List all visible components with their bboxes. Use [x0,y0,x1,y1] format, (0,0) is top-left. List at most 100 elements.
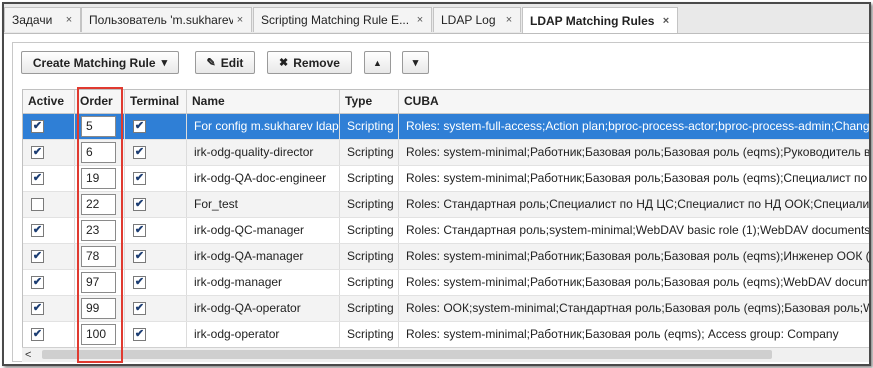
type-cell: Scripting [340,140,399,165]
order-cell: 19 [75,166,125,191]
tab-1[interactable]: Задачи × [4,7,81,32]
pencil-icon: ✎ [206,57,216,69]
type-cell: Scripting [340,218,399,243]
active-checkbox[interactable]: ✔ [31,120,44,133]
tab-label: LDAP Log [441,13,496,27]
chevron-down-icon: ▾ [161,57,168,69]
active-checkbox[interactable] [31,198,44,211]
create-matching-rule-button[interactable]: Create Matching Rule ▾ [21,51,179,74]
ldap-matching-rules-panel: Create Matching Rule ▾ ✎ Edit ✖ Remove ▲… [12,42,871,363]
column-header-order[interactable]: Order [75,90,125,113]
move-up-button[interactable]: ▲ [364,51,391,74]
name-cell: irk-odg-QA-manager [187,244,340,269]
order-field[interactable]: 23 [81,220,116,241]
order-cell: 22 [75,192,125,217]
order-cell: 5 [75,114,125,139]
type-cell: Scripting [340,114,399,139]
scrollbar-thumb[interactable] [42,350,772,359]
table-row[interactable]: ✔ 99 ✔ irk-odg-QA-operator Scripting Roles: О… [23,296,871,322]
order-field[interactable]: 22 [81,194,116,215]
terminal-checkbox[interactable]: ✔ [133,224,146,237]
tab-label: Scripting Matching Rule E... [261,13,410,27]
order-field[interactable]: 78 [81,246,116,267]
type-cell: Scripting [340,192,399,217]
arrow-down-icon: ▾ [412,57,419,69]
column-header-cuba[interactable]: CUBA [399,90,869,113]
remove-button[interactable]: ✖ Remove [267,51,352,74]
column-header-active[interactable]: Active [23,90,75,113]
app-window: Задачи × Пользователь 'm.sukharev' × Scripti… [2,2,871,366]
tab-4[interactable]: LDAP Log × [433,7,521,32]
cuba-cell: Roles: Стандартная роль;system-minimal;W… [406,223,871,237]
table-row[interactable]: ✔ 5 ✔ For config m.sukharev ldap Scripting Ro… [23,114,869,140]
tab-5[interactable]: LDAP Matching Rules × [522,7,678,33]
terminal-checkbox[interactable]: ✔ [133,276,146,289]
active-checkbox[interactable]: ✔ [31,276,44,289]
move-down-button[interactable]: ▾ [402,51,429,74]
cuba-cell: Roles: system-minimal;Работник;Базовая р… [406,145,871,159]
column-header-terminal[interactable]: Terminal [125,90,187,113]
terminal-checkbox[interactable]: ✔ [133,146,146,159]
tab-3[interactable]: Scripting Matching Rule E... × [253,7,432,32]
order-field[interactable]: 97 [81,272,116,293]
active-cell: ✔ [23,218,75,243]
terminal-checkbox[interactable]: ✔ [133,302,146,315]
active-checkbox[interactable]: ✔ [31,172,44,185]
order-field[interactable]: 99 [81,298,116,319]
type-cell: Scripting [340,166,399,191]
active-checkbox[interactable]: ✔ [31,224,44,237]
edit-button[interactable]: ✎ Edit [195,51,255,74]
order-cell: 6 [75,140,125,165]
table-row[interactable]: ✔ 19 ✔ irk-odg-QA-doc-engineer Scripting Role… [23,166,869,192]
terminal-cell: ✔ [125,114,187,139]
active-cell: ✔ [23,244,75,269]
scroll-left-icon[interactable]: < [25,348,31,362]
column-header-name[interactable]: Name [187,90,340,113]
active-checkbox[interactable]: ✔ [31,146,44,159]
horizontal-scrollbar[interactable]: < [22,347,869,362]
order-field[interactable]: 6 [81,142,116,163]
tab-close-icon[interactable]: × [62,14,76,26]
order-cell: 23 [75,218,125,243]
table-row[interactable]: ✔ 78 ✔ irk-odg-QA-manager Scripting Roles: sy… [23,244,871,270]
name-cell: irk-odg-QA-operator [187,296,340,321]
name-cell: For_test [187,192,340,217]
tab-close-icon[interactable]: × [659,15,673,27]
terminal-checkbox[interactable]: ✔ [133,172,146,185]
order-field[interactable]: 100 [81,324,116,345]
terminal-cell: ✔ [125,296,187,321]
cuba-cell: Roles: Стандартная роль;Специалист по НД… [406,197,871,211]
table-row[interactable]: 22 ✔ For_test Scripting Roles: Стандартная р… [23,192,871,218]
active-checkbox[interactable]: ✔ [31,302,44,315]
order-field[interactable]: 19 [81,168,116,189]
tab-close-icon[interactable]: × [502,14,516,26]
terminal-checkbox[interactable]: ✔ [133,250,146,263]
tab-close-icon[interactable]: × [233,14,247,26]
name-cell: irk-odg-operator [187,322,340,347]
arrow-up-icon: ▲ [373,57,382,68]
order-cell: 97 [75,270,125,295]
tab-close-icon[interactable]: × [413,14,427,26]
type-cell: Scripting [340,244,399,269]
column-header-type[interactable]: Type [340,90,399,113]
tab-2[interactable]: Пользователь 'm.sukharev' × [81,7,252,32]
edit-label: Edit [220,55,244,70]
create-matching-rule-label: Create Matching Rule [32,55,156,70]
terminal-checkbox[interactable]: ✔ [133,328,146,341]
active-checkbox[interactable]: ✔ [31,328,44,341]
table-row[interactable]: ✔ 97 ✔ irk-odg-manager Scripting Roles: syste… [23,270,871,296]
cuba-cell: Roles: ООК;system-minimal;Стандартная ро… [406,301,871,315]
table-row[interactable]: ✔ 6 ✔ irk-odg-quality-director Scripting Role… [23,140,871,166]
table-row[interactable]: ✔ 100 ✔ irk-odg-operator Scripting Roles: sys… [23,322,869,348]
terminal-cell: ✔ [125,218,187,243]
terminal-cell: ✔ [125,166,187,191]
terminal-checkbox[interactable]: ✔ [133,198,146,211]
terminal-checkbox[interactable]: ✔ [133,120,146,133]
active-cell: ✔ [23,140,75,165]
active-checkbox[interactable]: ✔ [31,250,44,263]
name-cell: irk-odg-QA-doc-engineer [187,166,340,191]
table-row[interactable]: ✔ 23 ✔ irk-odg-QC-manager Scripting Roles: Ст… [23,218,871,244]
cuba-cell: Roles: system-minimal;Работник;Базовая р… [406,249,871,263]
cuba-cell: Roles: system-minimal;Работник;Базовая р… [406,275,871,289]
order-field[interactable]: 5 [81,116,116,137]
